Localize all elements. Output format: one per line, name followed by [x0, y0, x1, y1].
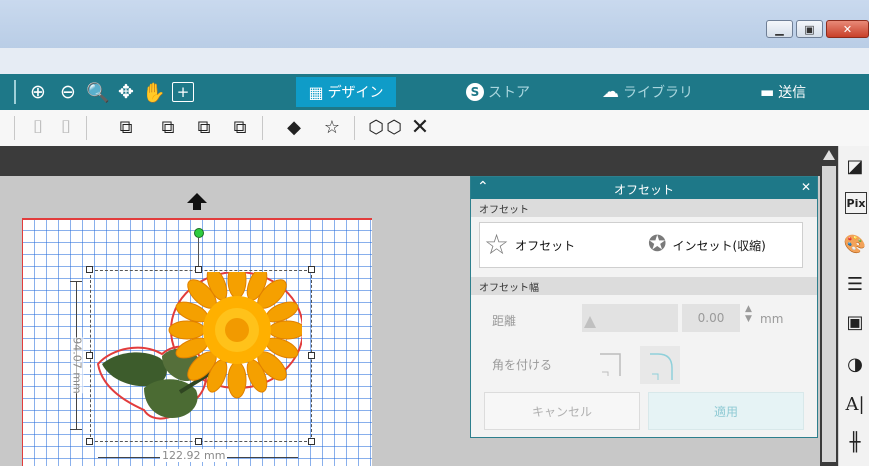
distance-slider[interactable] [582, 304, 678, 332]
page-setup-icon[interactable]: ◪ [843, 154, 867, 178]
bring-to-front-icon[interactable]: ⧉ [114, 114, 138, 140]
tab-design-label: デザイン [327, 85, 384, 101]
group-icon[interactable]: ⌷ [26, 114, 50, 140]
tab-library[interactable]: ☁ ライブラリ [602, 77, 712, 107]
inset-mode-button[interactable]: ✪ インセット(収縮) [648, 228, 800, 262]
text-style-label: A| [845, 393, 865, 415]
distance-label: 距離 [492, 314, 517, 328]
nav-divider [14, 80, 16, 104]
panel-close-icon[interactable]: ✕ [801, 180, 811, 194]
menu-strip [0, 48, 869, 75]
tab-send[interactable]: ▬ 送信 [760, 77, 840, 107]
text-style-icon[interactable]: A| [843, 392, 867, 416]
send-backward-icon[interactable]: ⧉ [192, 114, 216, 140]
resize-handle[interactable] [308, 266, 315, 273]
tab-library-label: ライブラリ [623, 85, 693, 101]
sharp-corner-icon [600, 353, 621, 376]
line-style-icon[interactable]: ☰ [843, 272, 867, 296]
grid-icon: ▦ [308, 82, 324, 102]
maximize-button[interactable]: ▣ [796, 20, 823, 38]
toolbar-separator [86, 116, 87, 140]
replicate2-icon[interactable]: ⬡ [382, 114, 406, 140]
offset-panel-title: オフセット [613, 183, 674, 197]
trace-icon[interactable]: ▣ [843, 310, 867, 334]
pixscan-icon[interactable]: Pix [845, 192, 867, 214]
fill-icon[interactable]: ◆ [282, 114, 306, 140]
vertical-scrollbar[interactable] [820, 146, 838, 466]
distance-unit: mm [760, 312, 784, 326]
align-icon[interactable]: ╫ [843, 430, 867, 454]
pixscan-label: Pix [846, 196, 866, 210]
send-to-back-icon[interactable]: ⧉ [228, 114, 252, 140]
star-inset-icon: ✪ [648, 232, 667, 257]
zoom-in-icon[interactable]: ⊕ [26, 80, 50, 104]
scroll-thumb[interactable] [822, 166, 836, 462]
hand-tool-icon[interactable]: ✋ [142, 80, 166, 104]
round-corner-icon [650, 353, 673, 380]
tab-store-label: ストア [488, 85, 530, 101]
star-outline-icon: ☆ [484, 228, 510, 261]
pan-arrows-icon[interactable]: ✥ [114, 80, 138, 104]
scroll-up-icon[interactable] [823, 150, 835, 160]
minimize-icon: ▁ [775, 22, 784, 36]
apply-button[interactable]: 適用 [648, 392, 804, 430]
corner-sharp-button[interactable] [594, 346, 628, 380]
palette-icon[interactable]: 🎨 [843, 232, 867, 256]
toolbar-divider [14, 116, 15, 140]
resize-handle[interactable] [308, 352, 315, 359]
inset-mode-label: インセット(収縮) [672, 238, 766, 253]
distance-spinner-icon[interactable]: ▲ ▼ [745, 304, 752, 324]
tab-design[interactable]: ▦ デザイン [296, 77, 396, 107]
corner-label: 角を付ける [492, 358, 553, 372]
store-icon: S [466, 83, 484, 101]
offset-mode-button[interactable]: ☆ オフセット [484, 228, 634, 262]
send-icon: ▬ [760, 83, 775, 101]
offset-panel-header: ⌃ オフセット ✕ [471, 177, 817, 199]
slider-thumb-icon[interactable] [584, 316, 596, 328]
maximize-icon: ▣ [804, 22, 815, 36]
close-icon: ✕ [842, 22, 853, 36]
section-width-header: オフセット幅 [471, 277, 817, 295]
resize-handle[interactable] [308, 438, 315, 445]
ruler-strip [0, 146, 820, 176]
distance-input[interactable]: 0.00 [682, 304, 740, 332]
section-offset-label: オフセット [479, 204, 529, 216]
height-dimension: 94.07 mm [63, 330, 91, 400]
zoom-out-icon[interactable]: ⊖ [56, 80, 80, 104]
delete-icon[interactable]: ✕ [408, 114, 432, 140]
offset-mode-label: オフセット [515, 238, 576, 253]
toolbar-separator [262, 116, 263, 140]
flower-image[interactable] [92, 272, 302, 440]
move-up-arrow-stem [193, 202, 201, 210]
cancel-button[interactable]: キャンセル [484, 392, 640, 430]
window-title-bar [0, 0, 869, 48]
zoom-selection-icon[interactable]: 🔍 [86, 80, 110, 104]
corner-round-button[interactable] [640, 346, 680, 384]
rotate-handle[interactable] [194, 228, 204, 238]
height-dim-tick [70, 429, 82, 430]
toolbar-separator [354, 116, 355, 140]
offset-star-icon[interactable]: ☆ [320, 114, 344, 140]
section-offset-header: オフセット [471, 199, 817, 217]
fit-to-window-icon[interactable]: + [172, 82, 194, 102]
minimize-button[interactable]: ▁ [766, 20, 793, 38]
cloud-icon: ☁ [602, 82, 619, 102]
section-width-label: オフセット幅 [479, 282, 539, 294]
tab-store[interactable]: S ストア [466, 77, 546, 107]
bring-forward-icon[interactable]: ⧉ [156, 114, 180, 140]
tab-send-label: 送信 [778, 85, 807, 101]
height-dim-tick [70, 281, 82, 282]
ungroup-icon[interactable]: ⌷ [54, 114, 78, 140]
rotate-handle-line [198, 238, 199, 268]
width-dimension-label: 122.92 mm [160, 449, 228, 462]
height-dimension-label: 94.07 mm [70, 336, 84, 394]
close-button[interactable]: ✕ [826, 20, 869, 38]
contrast-icon[interactable]: ◑ [843, 352, 867, 376]
